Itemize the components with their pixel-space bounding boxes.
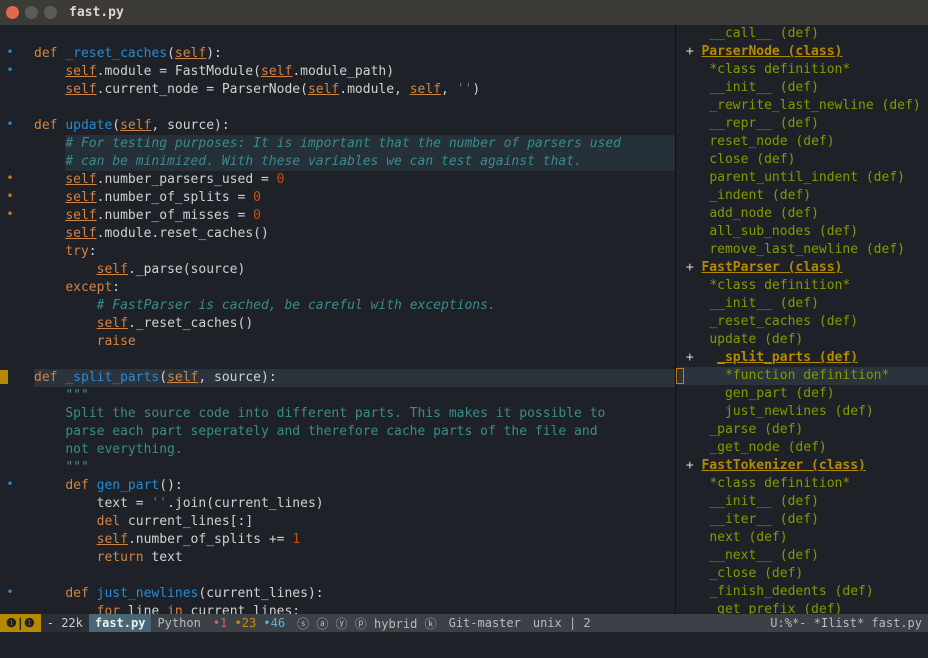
outline-item[interactable]: just_newlines (def): [678, 403, 928, 421]
minibuffer[interactable]: [0, 632, 928, 658]
outline-item[interactable]: _reset_caches (def): [678, 313, 928, 331]
outline-item[interactable]: __repr__ (def): [678, 115, 928, 133]
status-right-buffer: U:%*- *Ilist* fast.py: [764, 614, 928, 632]
outline-item[interactable]: *function definition*: [678, 367, 928, 385]
code-line[interactable]: [34, 567, 675, 585]
code-line[interactable]: self._reset_caches(): [34, 315, 675, 333]
code-line[interactable]: parse each part seperately and therefore…: [34, 423, 675, 441]
code-line[interactable]: for line in current_lines:: [34, 603, 675, 614]
outline-item[interactable]: next (def): [678, 529, 928, 547]
code-line[interactable]: Split the source code into different par…: [34, 405, 675, 423]
code-line[interactable]: self.module.reset_caches(): [34, 225, 675, 243]
outline-item[interactable]: parent_until_indent (def): [678, 169, 928, 187]
outline-item[interactable]: + _split_parts (def): [678, 349, 928, 367]
outline-item[interactable]: remove_last_newline (def): [678, 241, 928, 259]
outline-item[interactable]: + FastTokenizer (class): [678, 457, 928, 475]
status-warnings[interactable]: ❶|❶: [0, 614, 41, 632]
code-line[interactable]: def _reset_caches(self):: [34, 45, 675, 63]
status-error-count[interactable]: •1: [213, 616, 227, 630]
minimize-icon[interactable]: [25, 6, 38, 19]
outline-item[interactable]: __init__ (def): [678, 79, 928, 97]
outline-item[interactable]: + FastParser (class): [678, 259, 928, 277]
code-line[interactable]: """: [34, 387, 675, 405]
outline-item[interactable]: _parse (def): [678, 421, 928, 439]
code-line[interactable]: def update(self, source):: [34, 117, 675, 135]
close-icon[interactable]: [6, 6, 19, 19]
outline-item[interactable]: __init__ (def): [678, 493, 928, 511]
outline-item[interactable]: update (def): [678, 331, 928, 349]
outline-item[interactable]: _get_prefix (def): [678, 601, 928, 614]
code-line[interactable]: self._parse(source): [34, 261, 675, 279]
outline-item[interactable]: __call__ (def): [678, 25, 928, 43]
code-line[interactable]: not everything.: [34, 441, 675, 459]
code-line[interactable]: try:: [34, 243, 675, 261]
outline-item[interactable]: *class definition*: [678, 277, 928, 295]
code-line[interactable]: """: [34, 459, 675, 477]
status-filename[interactable]: fast.py: [89, 614, 152, 632]
outline-item[interactable]: reset_node (def): [678, 133, 928, 151]
code-line[interactable]: self.number_of_misses = 0: [34, 207, 675, 225]
status-major-mode[interactable]: Python: [151, 614, 206, 632]
code-line[interactable]: except:: [34, 279, 675, 297]
status-bar: ❶|❶ - 22k fast.py Python •1 •23 •46 ⓢ ⓐ …: [0, 614, 928, 632]
outline-item[interactable]: _finish_dedents (def): [678, 583, 928, 601]
status-filesize: - 22k: [41, 614, 89, 632]
code-gutter: ••••••••: [0, 25, 20, 614]
status-warn-count[interactable]: •23: [235, 616, 257, 630]
editor-area: •••••••• def _reset_caches(self): self.m…: [0, 25, 928, 614]
code-line[interactable]: text = ''.join(current_lines): [34, 495, 675, 513]
code-line[interactable]: [34, 99, 675, 117]
maximize-icon[interactable]: [44, 6, 57, 19]
outline-item[interactable]: __init__ (def): [678, 295, 928, 313]
outline-item[interactable]: _rewrite_last_newline (def): [678, 97, 928, 115]
code-editor[interactable]: def _reset_caches(self): self.module = F…: [20, 25, 675, 614]
status-minor-modes[interactable]: ⓢ ⓐ ⓨ ⓟ hybrid ⓚ: [291, 614, 442, 632]
outline-item[interactable]: + ParserNode (class): [678, 43, 928, 61]
window-titlebar: fast.py: [0, 0, 928, 25]
code-line[interactable]: raise: [34, 333, 675, 351]
code-line[interactable]: self.module = FastModule(self.module_pat…: [34, 63, 675, 81]
code-line[interactable]: [34, 27, 675, 45]
status-vcs[interactable]: Git-master: [443, 614, 527, 632]
code-pane[interactable]: •••••••• def _reset_caches(self): self.m…: [0, 25, 676, 614]
outline-item[interactable]: *class definition*: [678, 61, 928, 79]
code-line[interactable]: # can be minimized. With these variables…: [34, 153, 675, 171]
outline-item[interactable]: _indent (def): [678, 187, 928, 205]
window-title: fast.py: [69, 5, 124, 20]
code-line[interactable]: def just_newlines(current_lines):: [34, 585, 675, 603]
code-line[interactable]: self.number_of_splits += 1: [34, 531, 675, 549]
outline-item[interactable]: _close (def): [678, 565, 928, 583]
outline-item[interactable]: *class definition*: [678, 475, 928, 493]
outline-item[interactable]: add_node (def): [678, 205, 928, 223]
code-line[interactable]: def _split_parts(self, source):: [34, 369, 675, 387]
outline-pane[interactable]: __call__ (def) + ParserNode (class) *cla…: [676, 25, 928, 614]
code-line[interactable]: self.number_of_splits = 0: [34, 189, 675, 207]
code-line[interactable]: # For testing purposes: It is important …: [34, 135, 675, 153]
outline-item[interactable]: __iter__ (def): [678, 511, 928, 529]
outline-item[interactable]: all_sub_nodes (def): [678, 223, 928, 241]
status-encoding: unix | 2: [527, 614, 597, 632]
code-line[interactable]: del current_lines[:]: [34, 513, 675, 531]
outline-item[interactable]: close (def): [678, 151, 928, 169]
code-line[interactable]: return text: [34, 549, 675, 567]
code-line[interactable]: self.number_parsers_used = 0: [34, 171, 675, 189]
code-line[interactable]: [34, 351, 675, 369]
outline-item[interactable]: _get_node (def): [678, 439, 928, 457]
code-line[interactable]: def gen_part():: [34, 477, 675, 495]
code-line[interactable]: self.current_node = ParserNode(self.modu…: [34, 81, 675, 99]
status-info-count[interactable]: •46: [263, 616, 285, 630]
code-line[interactable]: # FastParser is cached, be careful with …: [34, 297, 675, 315]
outline-item[interactable]: __next__ (def): [678, 547, 928, 565]
outline-item[interactable]: gen_part (def): [678, 385, 928, 403]
